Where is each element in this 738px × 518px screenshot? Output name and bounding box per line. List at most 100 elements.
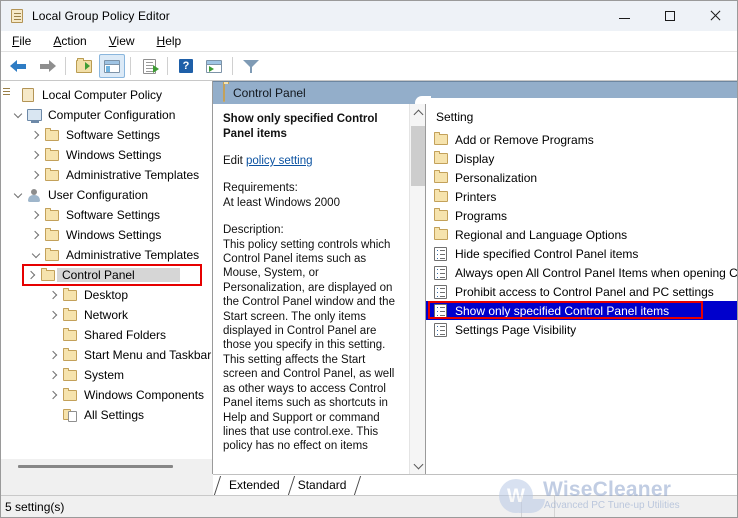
list-item[interactable]: Regional and Language Options: [426, 225, 737, 244]
list-item[interactable]: Settings Page Visibility: [426, 320, 737, 339]
list-item[interactable]: Programs: [426, 206, 737, 225]
export-list-icon: [142, 58, 159, 74]
expander-icon[interactable]: [47, 385, 61, 405]
expander-icon[interactable]: [29, 145, 43, 165]
folder-up-icon: [76, 57, 92, 73]
tree-item-windows-settings-user[interactable]: Windows Settings: [1, 225, 212, 245]
menu-view[interactable]: View: [98, 31, 146, 51]
up-one-level-button[interactable]: [71, 54, 97, 78]
policy-scroll-icon: [9, 8, 25, 24]
tree-item-control-panel[interactable]: Control Panel: [22, 264, 202, 286]
scrollbar-thumb[interactable]: [411, 126, 425, 186]
folder-icon: [61, 307, 79, 321]
scroll-down-arrow-icon[interactable]: [410, 457, 425, 474]
tree-item-local-computer-policy[interactable]: Local Computer Policy: [1, 85, 212, 105]
menu-file[interactable]: File: [1, 31, 42, 51]
tree-item-user-configuration[interactable]: User Configuration: [1, 185, 212, 205]
tree-item-label: Administrative Templates: [66, 168, 200, 182]
minimize-button[interactable]: [602, 1, 647, 31]
scroll-up-arrow-icon[interactable]: [410, 104, 425, 121]
filter-icon: [243, 59, 259, 74]
toolbar-separator: [232, 57, 233, 75]
panes: Show only specified Control Panel items …: [213, 104, 737, 474]
expander-icon[interactable]: [29, 225, 43, 245]
expander-icon[interactable]: [29, 125, 43, 145]
tab-extended-label: Extended: [229, 478, 280, 492]
list-item[interactable]: Printers: [426, 187, 737, 206]
back-button[interactable]: [6, 54, 32, 78]
list-item[interactable]: Add or Remove Programs: [426, 130, 737, 149]
close-button[interactable]: [692, 1, 737, 31]
action-pane-icon: [206, 59, 222, 73]
tree-item-shared-folders[interactable]: Shared Folders: [1, 325, 212, 345]
local-group-policy-editor-window: Local Group Policy Editor File Action Vi…: [0, 0, 738, 518]
filter-button[interactable]: [238, 54, 264, 78]
tree-item-start-menu-and-taskbar[interactable]: Start Menu and Taskbar: [1, 345, 212, 365]
folder-icon: [61, 347, 79, 361]
requirements-block: Requirements: At least Windows 2000: [223, 181, 403, 210]
show-hide-console-tree-button[interactable]: [99, 54, 125, 78]
folder-icon: [61, 367, 79, 381]
tree-item-system[interactable]: System: [1, 365, 212, 385]
description-vertical-scrollbar[interactable]: [409, 104, 425, 474]
folder-icon: [61, 327, 79, 341]
setting-column-header[interactable]: Setting: [426, 104, 737, 130]
tree-item-label: Software Settings: [66, 208, 161, 222]
expander-icon[interactable]: [47, 345, 61, 365]
expander-icon[interactable]: [29, 245, 43, 265]
expander-icon[interactable]: [47, 365, 61, 385]
tree-horizontal-scrollbar[interactable]: [1, 458, 212, 474]
pane-header: Control Panel: [213, 81, 737, 104]
list-item[interactable]: Prohibit access to Control Panel and PC …: [426, 282, 737, 301]
tree-item-windows-components[interactable]: Windows Components: [1, 385, 212, 405]
expander-icon[interactable]: [11, 105, 25, 125]
description-content: Show only specified Control Panel items …: [213, 104, 425, 454]
tab-standard-label: Standard: [297, 478, 347, 492]
menu-help-mnemonic: H: [156, 34, 166, 48]
tab-standard[interactable]: Standard: [284, 475, 362, 495]
list-item-show-only-specified-control-panel-items[interactable]: Show only specified Control Panel items: [426, 301, 737, 320]
folder-icon: [43, 147, 61, 161]
maximize-button[interactable]: [647, 1, 692, 31]
export-list-button[interactable]: [136, 54, 162, 78]
pane-header-tab: Control Panel: [213, 81, 415, 104]
window-title: Local Group Policy Editor: [32, 9, 170, 23]
tree-item-administrative-templates-computer[interactable]: Administrative Templates: [1, 165, 212, 185]
tree-item-label: All Settings: [84, 408, 145, 422]
expander-icon[interactable]: [25, 265, 39, 285]
tree-item-software-settings-user[interactable]: Software Settings: [1, 205, 212, 225]
list-item-label: Settings Page Visibility: [455, 322, 577, 337]
list-item-label: Hide specified Control Panel items: [455, 246, 639, 261]
policy-setting-link[interactable]: policy setting: [246, 155, 312, 167]
tree-item-administrative-templates-user[interactable]: Administrative Templates: [1, 245, 212, 265]
show-hide-action-pane-button[interactable]: [201, 54, 227, 78]
right-pane-area: Control Panel Show only specified Contro…: [213, 81, 737, 474]
list-item[interactable]: Display: [426, 149, 737, 168]
requirements-value: At least Windows 2000: [223, 196, 340, 209]
expander-icon[interactable]: [47, 285, 61, 305]
list-item[interactable]: Hide specified Control Panel items: [426, 244, 737, 263]
expander-icon: [47, 405, 61, 425]
expander-icon[interactable]: [29, 205, 43, 225]
tab-extended[interactable]: Extended: [213, 475, 295, 495]
expander-icon[interactable]: [29, 165, 43, 185]
tree-item-all-settings[interactable]: All Settings: [1, 405, 212, 425]
menu-action-label: ction: [61, 34, 87, 48]
help-icon: ?: [179, 59, 193, 73]
description-block: Description: This policy setting control…: [223, 223, 403, 454]
forward-button[interactable]: [34, 54, 60, 78]
list-item[interactable]: Personalization: [426, 168, 737, 187]
help-button[interactable]: ?: [173, 54, 199, 78]
scrollbar-thumb[interactable]: [18, 465, 173, 468]
expander-icon[interactable]: [47, 305, 61, 325]
tree-item-software-settings-computer[interactable]: Software Settings: [1, 125, 212, 145]
tree-item-desktop[interactable]: Desktop: [1, 285, 212, 305]
menu-action[interactable]: Action: [42, 31, 97, 51]
console-tree: Local Computer Policy Computer Configura…: [1, 81, 212, 425]
tree-item-computer-configuration[interactable]: Computer Configuration: [1, 105, 212, 125]
tree-item-windows-settings-computer[interactable]: Windows Settings: [1, 145, 212, 165]
tree-item-network[interactable]: Network: [1, 305, 212, 325]
list-item[interactable]: Always open All Control Panel Items when…: [426, 263, 737, 282]
menu-help[interactable]: Help: [146, 31, 193, 51]
expander-icon[interactable]: [11, 185, 25, 205]
